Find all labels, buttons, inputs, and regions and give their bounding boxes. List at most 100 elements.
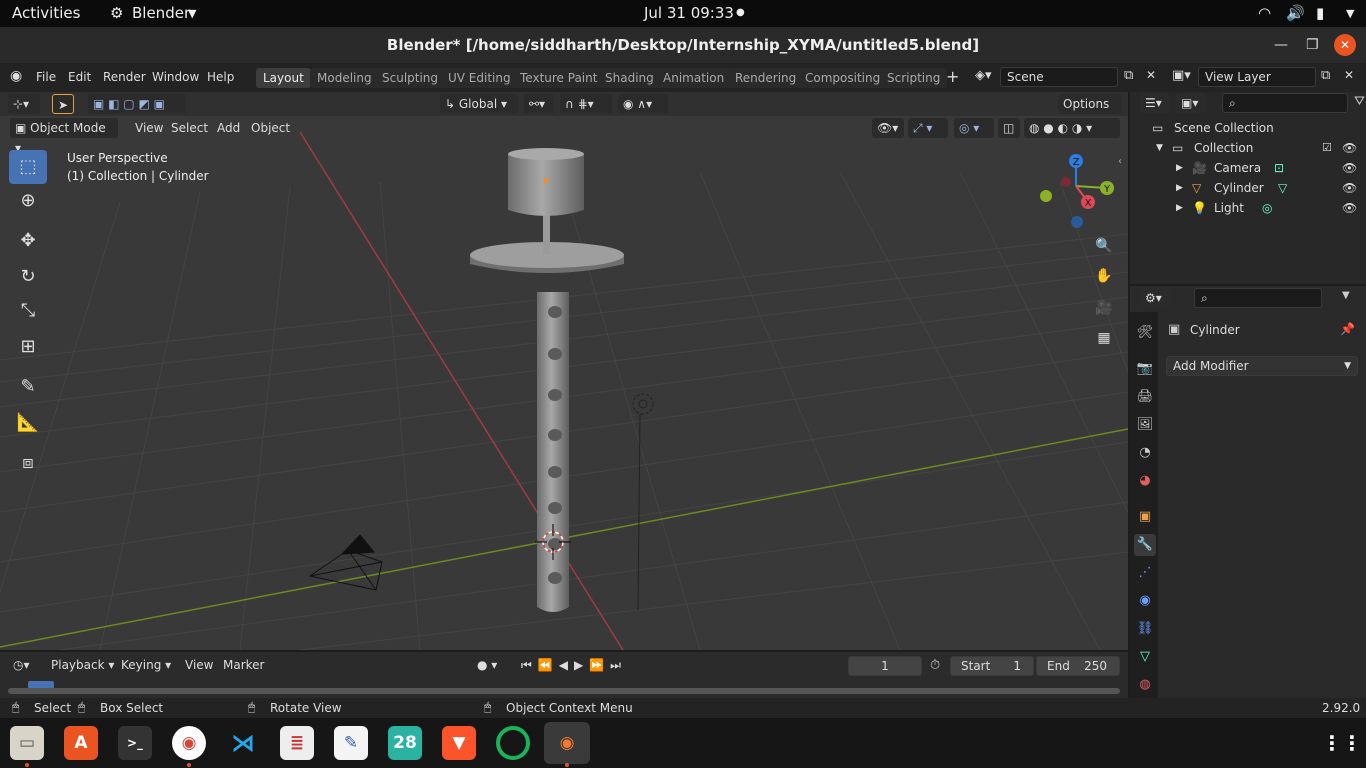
transform-tool-icon[interactable]: ⊞ [9, 330, 47, 364]
scene-tab-icon[interactable]: ◔ [1134, 442, 1156, 464]
camera-data-icon[interactable]: ⊡ [1274, 158, 1284, 178]
select-box-tool-icon[interactable]: ⬚ [9, 150, 47, 184]
physics-tab-icon[interactable]: ◉ [1134, 590, 1156, 612]
particles-tab-icon[interactable]: ⋰ [1134, 562, 1156, 584]
tab-modeling[interactable]: Modeling [310, 68, 379, 88]
text-editor-icon[interactable]: ✎ [334, 726, 368, 760]
proportional-edit-icon[interactable]: ◉ ∧▾ [618, 94, 668, 114]
mode-dropdown[interactable]: ▣ Object Mode ▾ [10, 118, 118, 155]
new-view-layer-icon[interactable]: ⧉ [1321, 68, 1330, 83]
tab-animation[interactable]: Animation [656, 68, 732, 88]
data-tab-icon[interactable]: ▽ [1134, 646, 1156, 668]
ortho-toggle-icon[interactable]: ▦ [1091, 325, 1117, 351]
menu-file[interactable]: File [36, 70, 56, 84]
volume-icon[interactable]: 🔊 [1286, 4, 1305, 22]
menu-add[interactable]: Add [212, 118, 245, 138]
terminal-icon[interactable]: >_ [118, 726, 152, 760]
menu-edit[interactable]: Edit [68, 70, 91, 84]
zoom-icon[interactable]: 🔍 [1091, 233, 1117, 259]
start-frame-field[interactable]: Start 1 [950, 656, 1034, 676]
checkbox-icon[interactable]: ☑ [1322, 138, 1332, 158]
menu-marker[interactable]: Marker [218, 655, 269, 675]
blender-logo-icon[interactable]: ◉ [10, 68, 22, 84]
outliner-scene-collection[interactable]: ▭ Scene Collection [1130, 118, 1366, 138]
gizmo-toggle-icon[interactable]: ⤢ ▾ [908, 118, 948, 138]
eye-icon[interactable]: 👁 [1342, 198, 1357, 218]
camera-object[interactable] [308, 534, 383, 591]
auto-key-icon[interactable]: ● ▾ [472, 655, 508, 675]
camera-view-icon[interactable]: 🎥 [1091, 295, 1117, 321]
battery-icon[interactable]: ▮ [1316, 4, 1324, 22]
tab-texture-paint[interactable]: Texture Paint [513, 68, 605, 88]
visibility-icon[interactable]: 👁▾ [872, 118, 904, 138]
add-cube-tool-icon[interactable]: ⧈ [9, 446, 47, 480]
view-layer-tab-icon[interactable]: 🖼 [1134, 414, 1156, 436]
tab-compositing[interactable]: Compositing [798, 68, 888, 88]
outliner-cylinder[interactable]: ▶ ▽ Cylinder ▽ 👁 [1130, 178, 1366, 198]
outliner-light[interactable]: ▶ 💡 Light ◎ 👁 [1130, 198, 1366, 218]
selection-mode-icons[interactable]: ▣ ◧ ▢ ◩ ▣ [88, 94, 186, 114]
modifier-tab-icon[interactable]: 🔧 [1134, 534, 1156, 556]
menu-view[interactable]: View [180, 655, 218, 675]
tab-scripting[interactable]: Scripting [880, 68, 948, 88]
filter-icon[interactable]: ⛛ [1354, 94, 1365, 109]
transform-orientation[interactable]: ↳ Global ▾ [440, 94, 518, 114]
software-center-icon[interactable]: A [64, 726, 98, 760]
add-workspace-icon[interactable]: + [946, 67, 959, 86]
close-icon[interactable]: ✕ [1334, 34, 1356, 56]
tab-uv-editing[interactable]: UV Editing [441, 68, 518, 88]
show-apps-grid-icon[interactable]: ⋮⋮⋮ [1322, 726, 1366, 760]
editor-type-icon[interactable]: ⊹▾ [8, 94, 40, 114]
add-modifier-button[interactable]: Add Modifier ▼ [1166, 356, 1358, 376]
minimize-icon[interactable]: — [1274, 27, 1288, 63]
files-icon[interactable]: ▭ [10, 726, 44, 760]
app-menu[interactable]: Blender [132, 4, 190, 22]
menu-keying[interactable]: Keying ▾ [116, 655, 176, 675]
wifi-icon[interactable]: ◠ [1258, 4, 1271, 22]
playback-controls[interactable]: ⏮⏪◀▶⏩⏭ [516, 655, 636, 675]
system-menu-icon[interactable]: ▼ [1346, 7, 1354, 20]
outliner-editor-icon[interactable]: ☰▾ [1140, 93, 1170, 113]
stopwatch-icon[interactable]: ⏱ [930, 658, 940, 673]
3d-viewport[interactable]: ⊹▾ ➤ ▣ ◧ ▢ ◩ ▣ ↳ Global ▾ ⚯▾ ∩ ⋕▾ ◉ ∧▾ O… [0, 92, 1128, 650]
tool-tab-icon[interactable]: 🛠 [1134, 322, 1156, 344]
outliner-camera[interactable]: ▶ 🎥 Camera ⊡ 👁 [1130, 158, 1366, 178]
annotate-tool-icon[interactable]: ✎ [9, 370, 47, 404]
menu-window[interactable]: Window [152, 70, 199, 84]
current-frame-field[interactable]: 1 [848, 656, 922, 676]
object-tab-icon[interactable]: ▣ [1134, 506, 1156, 528]
document-viewer-icon[interactable]: ≣ [280, 726, 314, 760]
delete-view-layer-icon[interactable]: ✕ [1344, 68, 1354, 82]
chevron-down-icon[interactable]: ▼ [1342, 290, 1350, 301]
scale-tool-icon[interactable]: ⤡ [9, 294, 47, 328]
material-tab-icon[interactable]: ◍ [1134, 674, 1156, 696]
menu-playback[interactable]: Playback ▾ [46, 655, 119, 675]
calendar-icon[interactable]: 28 [388, 726, 422, 760]
render-tab-icon[interactable]: 📷 [1134, 358, 1156, 380]
chrome-icon[interactable]: ◉ [172, 726, 206, 760]
maximize-icon[interactable]: ❐ [1306, 27, 1319, 63]
xray-icon[interactable]: ◫ [998, 118, 1020, 138]
navigation-gizmo[interactable]: Z Y X [1036, 150, 1116, 230]
cursor-tool-icon[interactable]: ⊕ [9, 184, 47, 218]
menu-render[interactable]: Render [103, 70, 146, 84]
mesh-data-icon[interactable]: ▽ [1278, 178, 1287, 198]
delete-scene-icon[interactable]: ✕ [1146, 68, 1156, 82]
constraints-tab-icon[interactable]: ⛓ [1134, 618, 1156, 640]
sidebar-toggle-icon[interactable]: ‹ [1118, 156, 1122, 167]
move-tool-icon[interactable]: ✥ [9, 224, 47, 258]
light-object[interactable] [632, 393, 654, 611]
options-dropdown[interactable]: Options ▾ [1058, 94, 1122, 131]
vscode-icon[interactable]: ⋊ [226, 726, 260, 760]
world-tab-icon[interactable]: ◕ [1134, 470, 1156, 492]
pan-hand-icon[interactable]: ✋ [1091, 263, 1117, 289]
output-tab-icon[interactable]: 🖨 [1134, 386, 1156, 408]
tab-shading[interactable]: Shading [598, 68, 661, 88]
clock[interactable]: Jul 31 09:33 [644, 4, 734, 22]
brave-icon[interactable]: ▼ [442, 726, 476, 760]
end-frame-field[interactable]: End 250 [1036, 656, 1120, 676]
eye-icon[interactable]: 👁 [1342, 138, 1357, 158]
rotate-tool-icon[interactable]: ↻ [9, 260, 47, 294]
menu-help[interactable]: Help [207, 70, 234, 84]
menu-view[interactable]: View [130, 118, 168, 138]
